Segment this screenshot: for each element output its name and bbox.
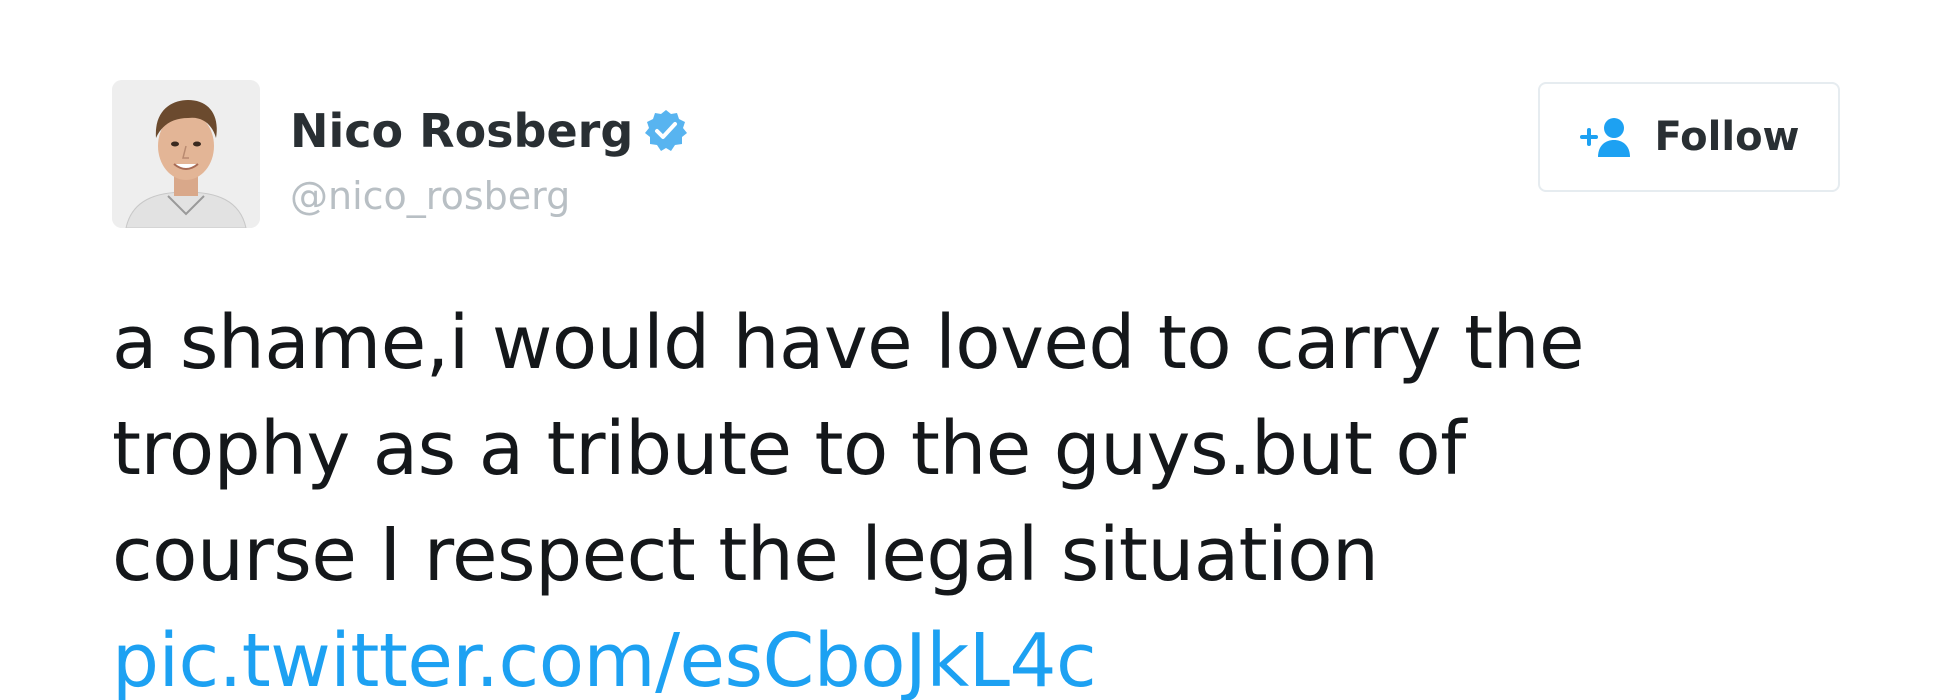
name-row: Nico Rosberg: [290, 100, 689, 162]
profile-photo-icon: [112, 80, 260, 228]
media-link[interactable]: pic.twitter.com/esCboJkL4c: [112, 618, 1097, 700]
verified-badge-icon: [643, 108, 689, 154]
tweet-text-line: course I respect the legal situation: [112, 512, 1379, 598]
author-name[interactable]: Nico Rosberg: [290, 104, 633, 158]
follow-button[interactable]: Follow: [1538, 82, 1840, 192]
tweet-text-line: a shame,i would have loved to carry the: [112, 300, 1585, 386]
tweet-text: a shame,i would have loved to carry the …: [112, 290, 1672, 700]
author-handle[interactable]: @nico_rosberg: [290, 174, 689, 218]
avatar[interactable]: [112, 80, 260, 228]
tweet-text-line: trophy as a tribute to the guys.but of: [112, 406, 1466, 492]
add-user-icon: [1578, 115, 1638, 159]
tweet-card: Nico Rosberg @nico_rosberg Follow a sham…: [0, 0, 1939, 700]
follow-label: Follow: [1654, 114, 1800, 160]
user-info: Nico Rosberg @nico_rosberg: [290, 100, 689, 218]
